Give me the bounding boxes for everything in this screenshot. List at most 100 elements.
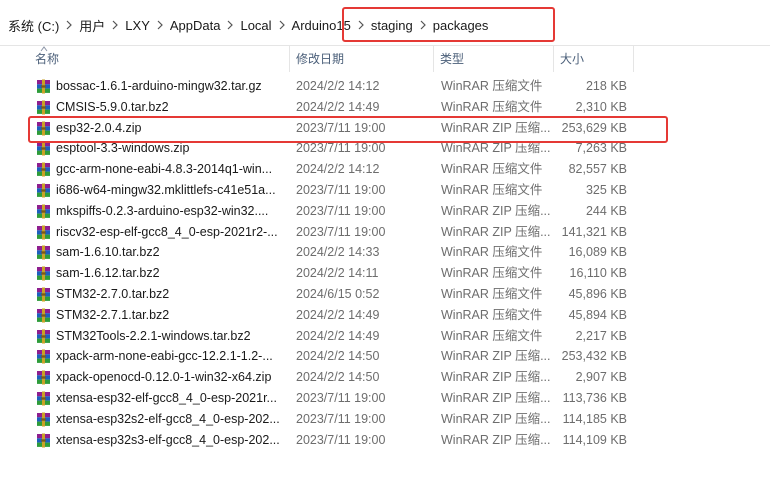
file-date: 2024/2/2 14:50 xyxy=(296,370,380,385)
breadcrumb-packages[interactable]: packages xyxy=(431,18,491,33)
file-row[interactable]: CMSIS-5.9.0.tar.bz2 2024/2/2 14:49 WinRAR … xyxy=(0,97,770,118)
file-type: WinRAR ZIP 压缩... xyxy=(441,141,551,156)
chevron-right-icon[interactable] xyxy=(353,20,369,30)
file-row[interactable]: esptool-3.3-windows.zip 2023/7/11 19:00 Wi… xyxy=(0,138,770,159)
file-type: WinRAR 压缩文件 xyxy=(441,328,543,343)
chevron-right-icon[interactable] xyxy=(415,20,431,30)
file-row[interactable]: i686-w64-mingw32.mklittlefs-c41e51a... 20… xyxy=(0,180,770,201)
chevron-right-icon[interactable] xyxy=(274,20,290,30)
file-size: 218 KB xyxy=(585,79,627,93)
breadcrumb-drive[interactable]: 系统 (C:) xyxy=(6,16,61,35)
file-row[interactable]: gcc-arm-none-eabi-4.8.3-2014q1-win... 202… xyxy=(0,159,770,180)
file-row[interactable]: xtensa-esp32-elf-gcc8_4_0-esp-2021r... 20… xyxy=(0,388,770,409)
address-bar[interactable]: 系统 (C:) 用户 LXY AppData Local Arduino15 s… xyxy=(0,0,770,46)
file-row[interactable]: xpack-arm-none-eabi-gcc-12.2.1-1.2-... 20… xyxy=(0,346,770,367)
file-row[interactable]: sam-1.6.10.tar.bz2 2024/2/2 14:33 WinRAR 压… xyxy=(0,242,770,263)
file-name: CMSIS-5.9.0.tar.bz2 xyxy=(56,99,169,114)
breadcrumb-appdata[interactable]: AppData xyxy=(168,18,223,33)
file-size: 253,629 KB xyxy=(561,120,627,135)
file-type: WinRAR ZIP 压缩... xyxy=(441,349,551,364)
file-row[interactable]: STM32-2.7.0.tar.bz2 2024/6/15 0:52 WinRAR … xyxy=(0,284,770,305)
file-name: sam-1.6.10.tar.bz2 xyxy=(56,245,160,260)
column-name[interactable]: 名称 xyxy=(28,46,290,72)
chevron-right-icon[interactable] xyxy=(61,20,77,30)
winrar-archive-icon xyxy=(36,121,51,136)
file-row[interactable]: sam-1.6.12.tar.bz2 2024/2/2 14:11 WinRAR 压… xyxy=(0,263,770,284)
breadcrumb-local[interactable]: Local xyxy=(238,18,273,33)
file-name: xtensa-esp32s3-elf-gcc8_4_0-esp-202... xyxy=(56,432,280,447)
file-date: 2024/6/15 0:52 xyxy=(296,286,380,301)
breadcrumb: 系统 (C:) 用户 LXY AppData Local Arduino15 s… xyxy=(6,15,490,35)
winrar-archive-icon xyxy=(36,141,51,156)
winrar-archive-icon xyxy=(36,287,51,302)
file-row[interactable]: xtensa-esp32s3-elf-gcc8_4_0-esp-202... 20… xyxy=(0,430,770,451)
winrar-archive-icon xyxy=(36,183,51,198)
file-row[interactable]: riscv32-esp-elf-gcc8_4_0-esp-2021r2-... 2… xyxy=(0,222,770,243)
file-type: WinRAR ZIP 压缩... xyxy=(441,224,551,239)
file-size: 45,894 KB xyxy=(568,307,627,322)
file-size: 16,110 KB xyxy=(569,266,627,281)
winrar-archive-icon xyxy=(36,308,51,323)
file-size: 2,907 KB xyxy=(575,370,627,385)
file-name: STM32Tools-2.2.1-windows.tar.bz2 xyxy=(56,328,251,343)
file-date: 2023/7/11 19:00 xyxy=(296,141,386,156)
file-name: riscv32-esp-elf-gcc8_4_0-esp-2021r2-... xyxy=(56,224,278,239)
column-type[interactable]: 类型 xyxy=(433,46,553,72)
file-row[interactable]: STM32-2.7.1.tar.bz2 2024/2/2 14:49 WinRAR … xyxy=(0,305,770,326)
file-name: i686-w64-mingw32.mklittlefs-c41e51a... xyxy=(56,182,276,197)
file-row[interactable]: esp32-2.0.4.zip 2023/7/11 19:00 WinRAR ZIP… xyxy=(0,118,770,139)
file-name: esp32-2.0.4.zip xyxy=(56,120,142,135)
file-size: 114,109 KB xyxy=(562,432,627,447)
file-type: WinRAR ZIP 压缩... xyxy=(441,432,551,447)
file-date: 2023/7/11 19:00 xyxy=(296,203,386,218)
file-name: xpack-arm-none-eabi-gcc-12.2.1-1.2-... xyxy=(56,349,273,364)
breadcrumb-arduino15[interactable]: Arduino15 xyxy=(290,18,353,33)
file-size: 16,089 KB xyxy=(568,245,627,260)
winrar-archive-icon xyxy=(36,79,51,94)
file-row[interactable]: xtensa-esp32s2-elf-gcc8_4_0-esp-202... 20… xyxy=(0,409,770,430)
file-list: bossac-1.6.1-arduino-mingw32.tar.gz 2024/… xyxy=(0,76,770,450)
file-row[interactable]: xpack-openocd-0.12.0-1-win32-x64.zip 2024… xyxy=(0,367,770,388)
file-name: xtensa-esp32-elf-gcc8_4_0-esp-2021r... xyxy=(56,390,277,405)
file-row[interactable]: bossac-1.6.1-arduino-mingw32.tar.gz 2024/… xyxy=(0,76,770,97)
file-size: 141,321 KB xyxy=(561,224,627,239)
file-name: mkspiffs-0.2.3-arduino-esp32-win32.... xyxy=(56,203,269,218)
file-date: 2024/2/2 14:11 xyxy=(296,266,379,281)
file-date: 2024/2/2 14:12 xyxy=(296,162,380,177)
chevron-right-icon[interactable] xyxy=(107,20,123,30)
file-type: WinRAR ZIP 压缩... xyxy=(441,203,551,218)
file-type: WinRAR 压缩文件 xyxy=(441,162,543,177)
column-date[interactable]: 修改日期 xyxy=(289,46,433,72)
file-name: STM32-2.7.1.tar.bz2 xyxy=(56,307,170,322)
file-date: 2024/2/2 14:50 xyxy=(296,349,380,364)
breadcrumb-users[interactable]: 用户 xyxy=(77,16,107,35)
file-size: 45,896 KB xyxy=(568,286,627,301)
file-size: 82,557 KB xyxy=(568,162,627,177)
file-name: STM32-2.7.0.tar.bz2 xyxy=(56,286,170,301)
file-date: 2024/2/2 14:49 xyxy=(296,328,380,343)
column-size[interactable]: 大小 xyxy=(553,46,633,72)
winrar-archive-icon xyxy=(36,433,51,448)
file-explorer-window: 系统 (C:) 用户 LXY AppData Local Arduino15 s… xyxy=(0,0,770,486)
file-row[interactable]: STM32Tools-2.2.1-windows.tar.bz2 2024/2/2… xyxy=(0,326,770,347)
file-size: 253,432 KB xyxy=(561,349,627,364)
file-date: 2024/2/2 14:49 xyxy=(296,307,380,322)
breadcrumb-staging[interactable]: staging xyxy=(369,18,415,33)
file-type: WinRAR 压缩文件 xyxy=(441,245,543,260)
winrar-archive-icon xyxy=(36,412,51,427)
file-type: WinRAR ZIP 压缩... xyxy=(441,390,551,405)
breadcrumb-user[interactable]: LXY xyxy=(123,18,152,33)
column-divider[interactable] xyxy=(633,46,634,72)
file-name: esptool-3.3-windows.zip xyxy=(56,141,190,156)
file-row[interactable]: mkspiffs-0.2.3-arduino-esp32-win32.... 20… xyxy=(0,201,770,222)
chevron-right-icon[interactable] xyxy=(152,20,168,30)
file-name: bossac-1.6.1-arduino-mingw32.tar.gz xyxy=(56,79,262,93)
file-size: 325 KB xyxy=(585,182,627,197)
file-type: WinRAR ZIP 压缩... xyxy=(441,411,551,426)
file-size: 244 KB xyxy=(585,203,627,218)
file-date: 2024/2/2 14:49 xyxy=(296,99,380,114)
file-type: WinRAR 压缩文件 xyxy=(441,182,543,197)
file-type: WinRAR 压缩文件 xyxy=(441,286,543,301)
column-header: 名称 修改日期 类型 大小 xyxy=(0,46,770,72)
chevron-right-icon[interactable] xyxy=(222,20,238,30)
